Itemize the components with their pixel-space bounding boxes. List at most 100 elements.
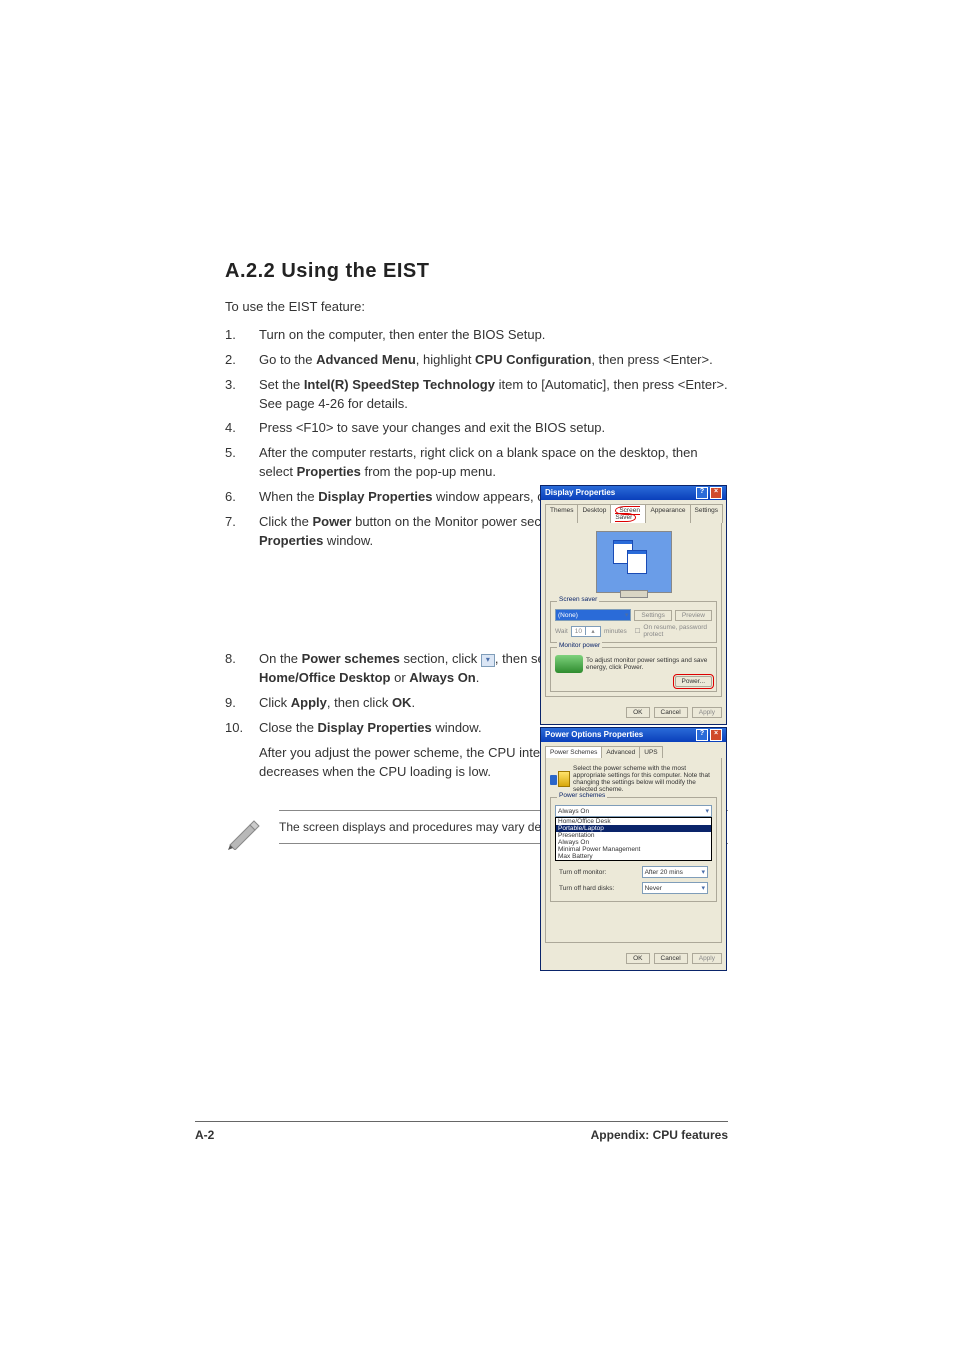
t: Display Properties — [318, 720, 432, 735]
tab-screen-saver[interactable]: Screen Saver — [610, 504, 646, 523]
section-heading: A.2.2 Using the EIST — [225, 260, 728, 283]
step-text: Go to the Advanced Menu, highlight CPU C… — [259, 351, 728, 370]
page-number: A-2 — [195, 1128, 214, 1142]
titlebar: Power Options Properties ? × — [541, 728, 726, 742]
highlight-circle-icon: Screen Saver — [615, 506, 640, 522]
list-item[interactable]: Max Battery — [556, 853, 711, 860]
t: Go to the — [259, 352, 316, 367]
tab-ups[interactable]: UPS — [639, 746, 662, 758]
tab-power-schemes[interactable]: Power Schemes — [545, 746, 602, 758]
wait-label: Wait — [555, 628, 568, 635]
tab-pane: Screen saver (None) ▾ Settings Preview W… — [545, 523, 722, 697]
select-value: After 20 mins — [645, 869, 683, 876]
step-text: Press <F10> to save your changes and exi… — [259, 419, 728, 438]
spin-value: 10 — [572, 628, 585, 635]
titlebar: Display Properties ? × — [541, 486, 726, 500]
list-item[interactable]: Home/Office Desk — [556, 818, 711, 825]
t: , then click — [327, 695, 392, 710]
settings-button[interactable]: Settings — [634, 610, 672, 621]
t: , then press <Enter>. — [591, 352, 712, 367]
step-text: After the computer restarts, right click… — [259, 444, 728, 482]
step-number: 10. — [225, 719, 259, 782]
turn-off-monitor-select[interactable]: After 20 mins ▾ — [642, 866, 708, 878]
list-item[interactable]: Presentation — [556, 832, 711, 839]
step-number: 5. — [225, 444, 259, 482]
t: section, click — [400, 651, 481, 666]
apply-button[interactable]: Apply — [692, 953, 722, 964]
chevron-down-icon: ▾ — [625, 611, 629, 619]
resume-checkbox-label: On resume, password protect — [643, 624, 712, 638]
ok-button[interactable]: OK — [626, 953, 649, 964]
power-scheme-icon — [550, 771, 570, 787]
tab-advanced[interactable]: Advanced — [601, 746, 640, 758]
step-number: 3. — [225, 376, 259, 414]
cancel-button[interactable]: Cancel — [654, 953, 688, 964]
turn-off-harddisks-select[interactable]: Never▾ — [642, 882, 708, 894]
power-scheme-dropdown-list[interactable]: Home/Office Desk Portable/Laptop Present… — [555, 817, 712, 861]
preview-button[interactable]: Preview — [675, 610, 712, 621]
tab-desktop[interactable]: Desktop — [577, 504, 611, 523]
chevron-down-icon: ▾ — [701, 868, 705, 876]
t: window. — [323, 533, 373, 548]
power-scheme-select[interactable]: Always On ▾ — [555, 805, 712, 817]
step-number: 6. — [225, 488, 259, 507]
list-item[interactable]: Portable/Laptop — [556, 825, 711, 832]
t: When the — [259, 489, 318, 504]
t: . — [476, 670, 480, 685]
t: Select the power scheme with the most ap… — [573, 765, 717, 793]
power-schemes-group: Power schemes Always On ▾ Home/Office De… — [550, 797, 717, 902]
t: CPU Configuration — [475, 352, 591, 367]
settings-table: Turn off monitor: After 20 mins ▾ Turn of… — [555, 863, 712, 897]
power-options-window: Power Options Properties ? × Power Schem… — [540, 727, 727, 971]
t: Power schemes — [302, 651, 400, 666]
window-title: Power Options Properties — [545, 728, 643, 742]
t: Intel(R) SpeedStep Technology — [304, 377, 495, 392]
list-item[interactable]: Minimal Power Management — [556, 846, 711, 853]
t: . — [411, 695, 415, 710]
help-button[interactable]: ? — [696, 487, 708, 499]
wait-spinner[interactable]: 10▴ — [571, 626, 601, 637]
step-text: Turn on the computer, then enter the BIO… — [259, 326, 728, 345]
list-item[interactable]: Always On — [556, 839, 711, 846]
tab-themes[interactable]: Themes — [545, 504, 578, 523]
t: Turn off monitor: — [557, 865, 638, 879]
screen-saver-group: Screen saver (None) ▾ Settings Preview W… — [550, 601, 717, 643]
t: To adjust monitor power settings and sav… — [586, 657, 712, 671]
t: Advanced Menu — [316, 352, 416, 367]
ok-button[interactable]: OK — [626, 707, 649, 718]
page-footer: A-2 Appendix: CPU features — [195, 1121, 728, 1142]
close-button[interactable]: × — [710, 729, 722, 741]
dialog-buttons: OK Cancel Apply — [541, 701, 726, 724]
step-text: Set the Intel(R) SpeedStep Technology it… — [259, 376, 728, 414]
dropdown-arrow-icon: ▾ — [481, 654, 495, 667]
tab-settings[interactable]: Settings — [690, 504, 724, 523]
t: , highlight — [416, 352, 475, 367]
apply-button[interactable]: Apply — [692, 707, 722, 718]
cancel-button[interactable]: Cancel — [654, 707, 688, 718]
screen-saver-select[interactable]: (None) ▾ — [555, 609, 631, 621]
t: Set the — [259, 377, 304, 392]
t: Click the — [259, 514, 312, 529]
help-button[interactable]: ? — [696, 729, 708, 741]
select-value: (None) — [558, 612, 578, 619]
t: Always On — [409, 670, 475, 685]
monitor-power-group: Monitor power To adjust monitor power se… — [550, 647, 717, 692]
group-title: Screen saver — [557, 596, 599, 603]
step-number: 8. — [225, 650, 259, 688]
tab-appearance[interactable]: Appearance — [645, 504, 690, 523]
t: OK — [392, 695, 412, 710]
dialog-buttons: OK Cancel Apply — [541, 947, 726, 970]
power-button[interactable]: Power... — [675, 676, 712, 687]
select-value: Never — [645, 885, 662, 892]
step-number: 1. — [225, 326, 259, 345]
step-number: 9. — [225, 694, 259, 713]
tabs: Power Schemes Advanced UPS — [541, 742, 726, 758]
energy-star-icon — [555, 655, 583, 673]
t: or — [390, 670, 409, 685]
window-title: Display Properties — [545, 486, 615, 500]
t: Properties — [297, 464, 361, 479]
t: Turn off hard disks: — [557, 881, 638, 895]
close-button[interactable]: × — [710, 487, 722, 499]
t: window. — [432, 720, 482, 735]
step-number: 7. — [225, 513, 259, 551]
